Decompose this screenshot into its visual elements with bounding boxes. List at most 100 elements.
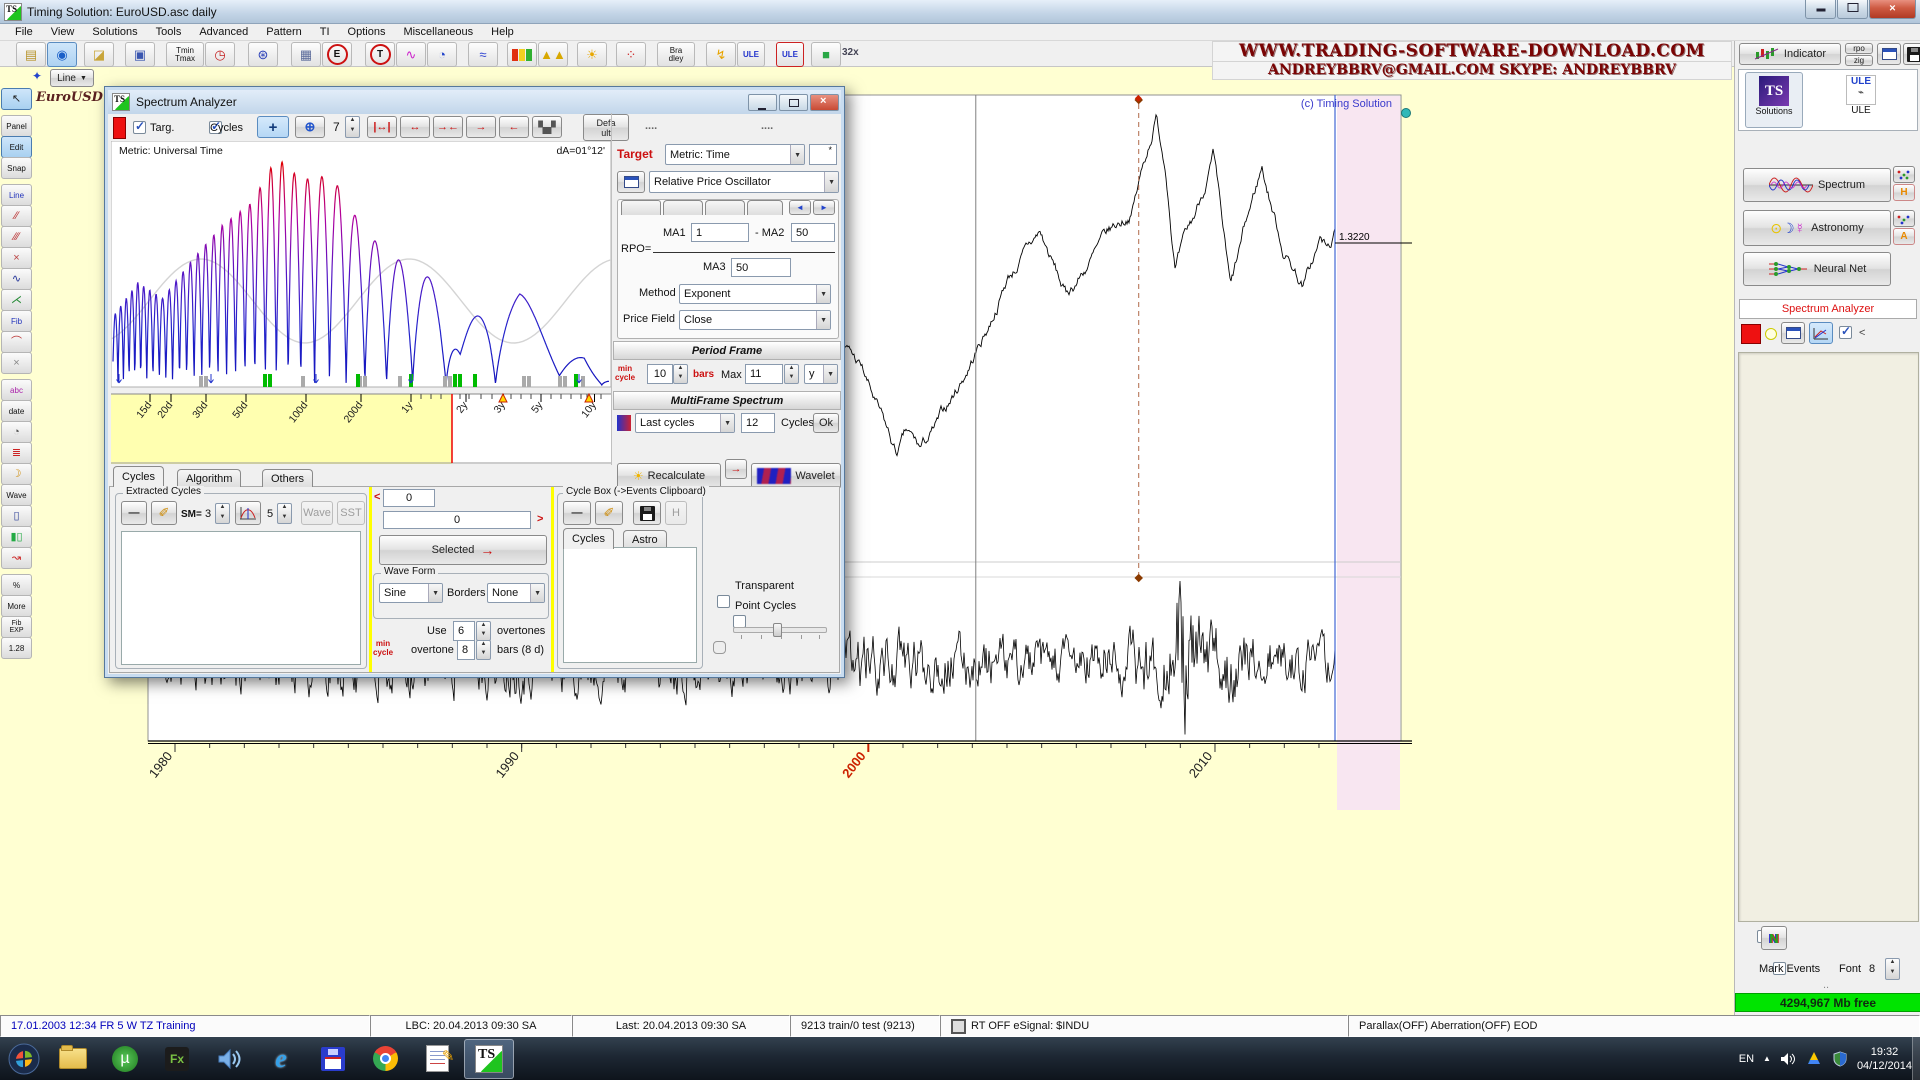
tab-algorithm[interactable]: Algorithm [177,469,241,487]
min-cycle-spinner[interactable] [673,364,688,384]
shrink-x-button[interactable]: →← [433,116,463,138]
percent-tool[interactable]: % [1,574,32,596]
max-spinner[interactable] [784,364,799,384]
cyclebox-erase-button[interactable] [595,501,623,525]
cross2-tool[interactable]: × [1,352,32,374]
range-to-input[interactable]: 0 [383,511,531,529]
save-button[interactable] [1903,43,1920,65]
colorbar-button[interactable] [507,42,537,67]
erase-cycles-button[interactable] [151,501,177,525]
fib-exp-tool[interactable]: FibEXP [1,616,32,638]
green-square-button[interactable]: ■ [811,42,841,67]
fx-app[interactable] [152,1039,202,1079]
new-chart-button[interactable]: ▤ [16,42,46,67]
internet-explorer[interactable] [256,1039,306,1079]
volume-app[interactable] [204,1039,254,1079]
tab-scroll-left-button[interactable]: ◄ [789,200,811,215]
red-scatter-button[interactable]: ⁘ [616,42,646,67]
triangle-chart-button[interactable]: ▲▲ [538,42,568,67]
transparent-checkbox[interactable] [717,595,730,608]
arcs-tool[interactable]: ⌒ [1,331,32,353]
chart-style-icon[interactable]: ✦ [32,69,48,87]
metric-dropdown[interactable]: Metric: Time [665,144,805,165]
wave-button[interactable]: ≈ [468,42,498,67]
oscillator-dropdown[interactable]: Relative Price Oscillator [649,171,839,193]
line-style-button[interactable]: Line ▼ [50,69,94,87]
menu-advanced[interactable]: Advanced [190,25,257,39]
date-tool[interactable]: date [1,400,32,422]
menu-ti[interactable]: TI [311,25,339,39]
menu-file[interactable]: File [6,25,42,39]
dialog-maximize-button[interactable] [779,94,808,111]
dialog-close-button[interactable]: × [810,94,839,111]
show-desktop-button[interactable] [1912,1037,1920,1080]
monitor-tool[interactable]: ▯ [1,505,32,527]
tab-cycles[interactable]: Cycles [113,466,164,487]
overtone-spinner[interactable] [476,640,491,660]
targ-checkbox[interactable] [133,121,146,134]
clock-tool[interactable]: ◔ [1,421,32,443]
panel-window-button[interactable] [1877,43,1901,65]
wave-button-disabled[interactable]: Wave [301,501,333,525]
remove-cycle-button[interactable]: — [121,501,147,525]
sm-spinner[interactable] [215,503,230,524]
pointer-tool[interactable]: ↖ [1,88,32,110]
zoom-button[interactable]: ⊕ [295,116,325,138]
ma3-input[interactable]: 50 [731,258,791,277]
more-tool[interactable]: More [1,595,32,617]
tray-drive-icon[interactable] [1805,1051,1823,1067]
calculator-button[interactable]: ▦ [291,42,321,67]
candles-tool[interactable]: ▮▯ [1,526,32,548]
menu-solutions[interactable]: Solutions [83,25,146,39]
scale-x-button[interactable]: |↔| [367,116,397,138]
ratio-tool[interactable]: 1.28 [1,637,32,659]
eclipse-e-button[interactable]: E [322,42,352,67]
panel-tool[interactable]: Panel [1,115,32,137]
language-indicator[interactable]: EN [1739,1053,1754,1065]
selected-button[interactable]: Selected → [379,535,547,565]
target-color-box[interactable] [113,117,126,139]
bradley-button[interactable]: Bradley [657,42,695,67]
lightning-button[interactable]: ↯ [706,42,736,67]
dialog-minimize-button[interactable] [748,94,777,111]
edit-tool[interactable]: Edit [1,136,32,158]
min-cycle-input[interactable]: 10 [647,364,673,384]
chrome[interactable] [360,1039,410,1079]
compass-button[interactable]: ⊛ [248,42,278,67]
range-from-input[interactable]: 0 [383,489,435,507]
default-button[interactable]: Default [583,114,629,141]
rpo-tab-3[interactable] [705,200,745,215]
menu-help[interactable]: Help [482,25,523,39]
rpo-button[interactable]: rpo [1845,43,1873,54]
rpo-tab-2[interactable] [663,200,703,215]
shift-right-button[interactable]: → [466,116,496,138]
count-spinner[interactable] [277,503,292,524]
oscillator-window-button[interactable] [617,171,645,193]
utorrent[interactable] [100,1039,150,1079]
histogram-button[interactable] [235,501,261,525]
recalc-arrow-button[interactable]: → [725,459,747,479]
menu-view[interactable]: View [42,25,84,39]
ma1-input[interactable]: 1 [691,223,749,242]
snap-tool[interactable]: Snap [1,157,32,179]
ok-button[interactable]: Ok [813,413,839,433]
round-checkbox[interactable] [713,641,726,654]
expand-x-button[interactable]: ↔ [400,116,430,138]
cyclebox-h-button[interactable]: H [665,501,687,525]
zigzag-tool[interactable]: ∿ [1,268,32,290]
minimize-button[interactable] [1805,0,1836,19]
sst-button-disabled[interactable]: SST [337,501,365,525]
zig-button[interactable]: zig [1845,55,1873,66]
rpo-tab-1[interactable] [621,200,661,215]
start-button[interactable] [2,1039,46,1079]
overtone-input[interactable]: 8 [457,640,475,660]
star-box[interactable]: * [809,144,837,165]
maximize-button[interactable] [1837,0,1868,19]
t-clock-button[interactable]: ◔ [427,42,457,67]
hidden-icons-arrow[interactable]: ▲ [1763,1054,1771,1063]
cycles-count-input[interactable]: 12 [741,413,775,433]
fan-lines-tool[interactable]: ⋌ [1,289,32,311]
menu-options[interactable]: Options [339,25,395,39]
tab-others[interactable]: Others [262,469,313,487]
ule2-button[interactable]: ULE [776,42,804,67]
